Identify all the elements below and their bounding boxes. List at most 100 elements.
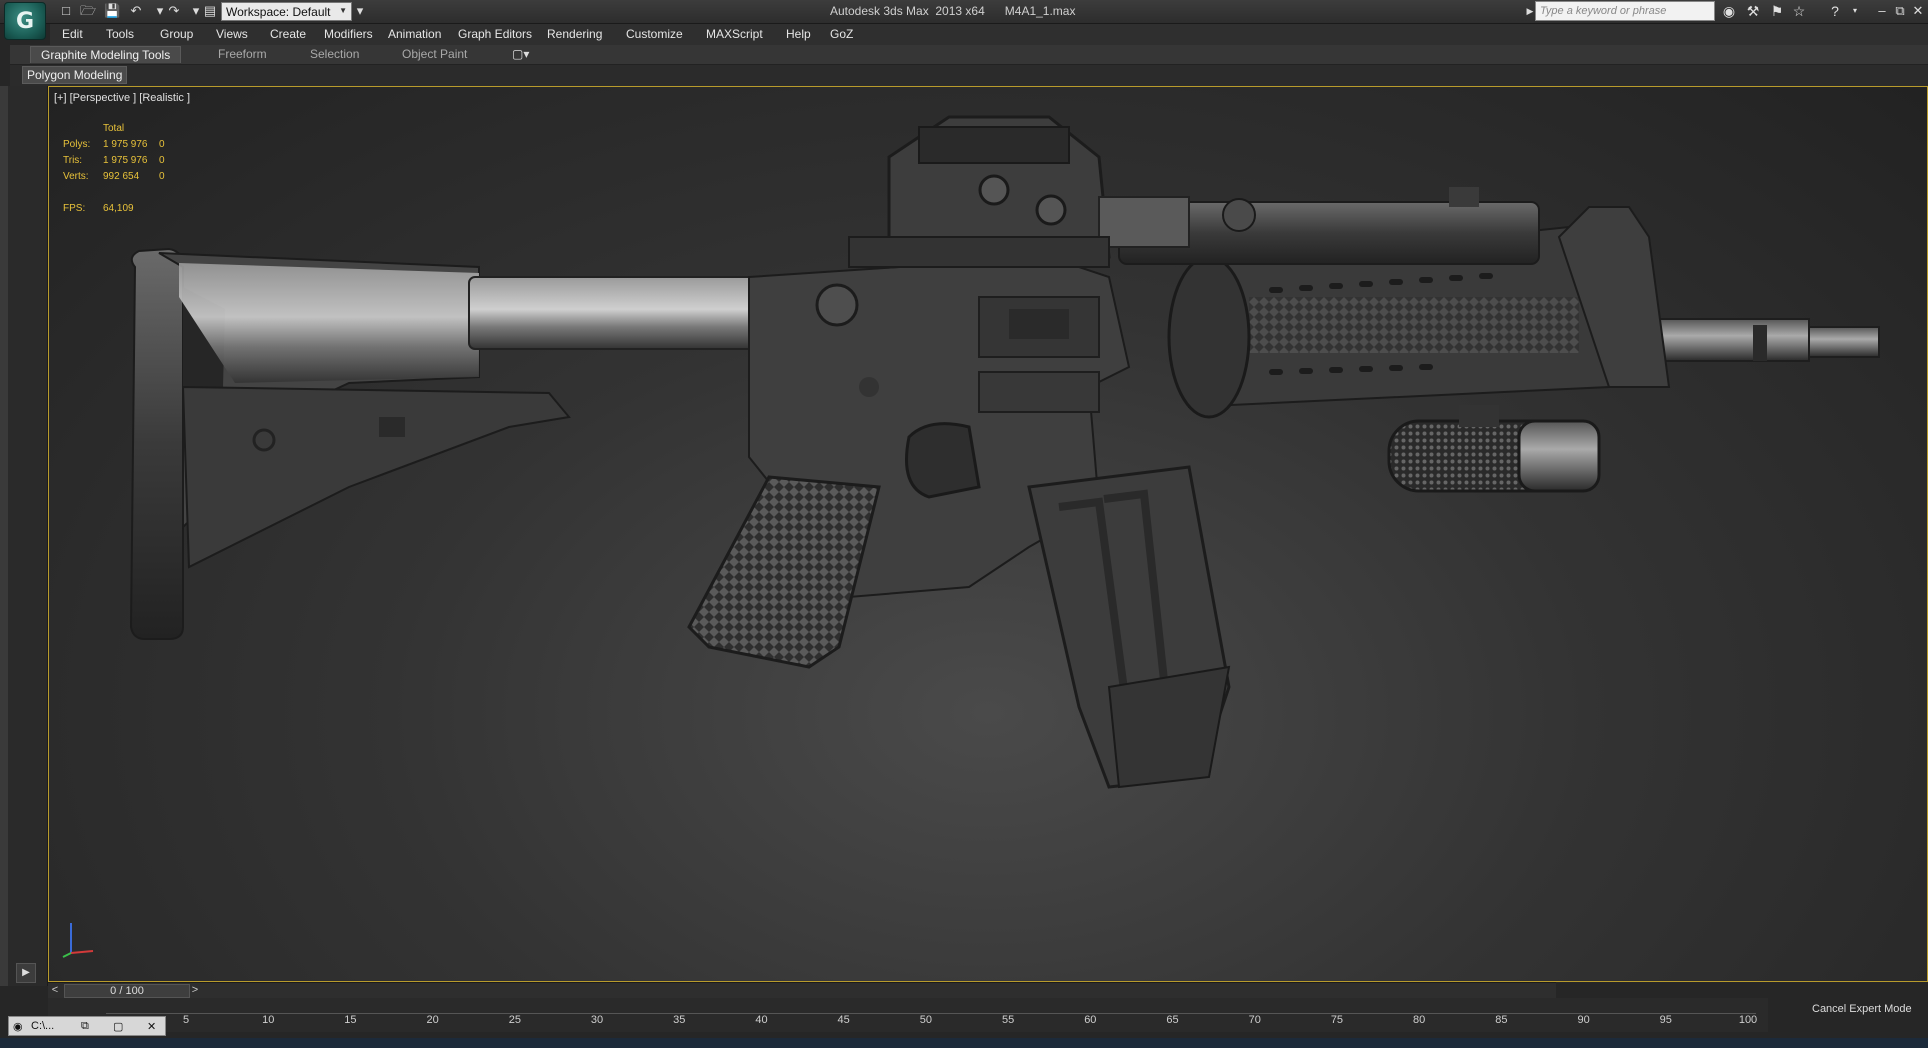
tick-label: 10 — [262, 1014, 275, 1026]
menu-graph-editors[interactable]: Graph Editors — [458, 27, 532, 41]
ribbon-options-icon[interactable]: ▢▾ — [512, 47, 529, 61]
left-edge — [0, 86, 8, 986]
polygon-modeling-panel[interactable]: Polygon Modeling — [22, 66, 128, 84]
tick-label: 40 — [755, 1014, 768, 1026]
tick-label: 60 — [1084, 1014, 1097, 1026]
restore-button[interactable]: ⧉ — [1892, 2, 1908, 20]
app-logo[interactable]: G — [4, 2, 46, 40]
redo-icon[interactable]: ↷ — [166, 4, 182, 18]
tick-label: 30 — [590, 1014, 604, 1026]
ribbon-tabs: Graphite Modeling Tools Freeform Selecti… — [10, 45, 1928, 65]
undo-icon[interactable]: ↶ — [128, 4, 144, 18]
stats-polys-selected: 0 — [159, 139, 165, 150]
tick-label: 50 — [919, 1014, 933, 1026]
search-input[interactable]: Type a keyword or phrase — [1535, 1, 1715, 21]
open-file-icon[interactable]: 🗁 — [80, 4, 96, 18]
stats-header: Total — [103, 123, 125, 134]
stats-fps-value: 64,109 — [103, 203, 134, 214]
left-strip — [0, 86, 48, 986]
minimize-button[interactable]: – — [1874, 2, 1890, 20]
tick-label: 5 — [182, 1014, 190, 1026]
new-file-icon[interactable]: □ — [58, 4, 74, 18]
stats-tris-selected: 0 — [159, 155, 165, 166]
app-small-icon: ◉ — [13, 1021, 23, 1033]
stats-tris-value: 1 975 976 — [103, 155, 148, 166]
menu-rendering[interactable]: Rendering — [547, 27, 602, 41]
save-icon[interactable]: 💾 — [104, 4, 120, 18]
menu-maxscript[interactable]: MAXScript — [706, 27, 763, 41]
taskbar-strip — [0, 1038, 1928, 1048]
track-bar[interactable]: 5 10 15 20 25 30 35 40 45 50 55 60 65 70 75 80 85 90 95 100 — [48, 998, 1768, 1032]
tick-label: 80 — [1413, 1014, 1426, 1026]
tick-label: 55 — [1001, 1014, 1015, 1026]
viewport-label[interactable]: [+] [Perspective ] [Realistic ] — [54, 92, 190, 104]
stats-polys-label: Polys: — [63, 139, 91, 150]
stats-verts-value: 992 654 — [103, 171, 140, 182]
help-icon[interactable]: ? — [1826, 3, 1844, 19]
m4a1-rifle-model — [129, 115, 1880, 789]
tick-label: 75 — [1330, 1014, 1344, 1026]
tick-label: 25 — [508, 1014, 521, 1026]
tab-selection[interactable]: Selection — [310, 47, 359, 61]
tab-object-paint[interactable]: Object Paint — [402, 47, 467, 61]
tick-label: 100 — [1738, 1014, 1758, 1026]
project-folder-icon[interactable]: ▤ — [202, 4, 218, 18]
menu-tools[interactable]: Tools — [106, 27, 134, 41]
track-bar-ruler[interactable] — [106, 1002, 1756, 1014]
window-title: Autodesk 3ds Max 2013 x64 M4A1_1.max — [830, 4, 1076, 18]
binoculars-icon[interactable]: ◉ — [1720, 3, 1738, 19]
tick-label: 90 — [1577, 1014, 1590, 1026]
menu-goz[interactable]: GoZ — [830, 27, 853, 41]
tick-label: 15 — [344, 1014, 357, 1026]
tick-label: 20 — [426, 1014, 439, 1026]
workspace-select[interactable]: Workspace: Default ▼ — [221, 2, 352, 21]
chevron-down-icon: ▼ — [339, 6, 347, 15]
play-icon[interactable]: ▶ — [16, 963, 36, 983]
menu-bar: Edit Tools Group Views Create Modifiers … — [50, 24, 1928, 45]
stats-verts-label: Verts: — [63, 171, 89, 182]
subscription-icon[interactable]: ⚒ — [1744, 3, 1762, 19]
viewport-perspective[interactable]: [+] [Perspective ] [Realistic ] Total Po… — [48, 86, 1928, 982]
tick-label: 70 — [1248, 1014, 1261, 1026]
time-slider[interactable]: < 0 / 100 > — [48, 982, 1556, 998]
close-window-icon[interactable]: ✕ — [147, 1020, 156, 1033]
stats-fps-label: FPS: — [63, 203, 86, 214]
communication-center-icon[interactable]: ⚑ — [1768, 3, 1786, 19]
cancel-expert-mode-button[interactable]: Cancel Expert Mode — [1812, 1003, 1912, 1015]
menu-modifiers[interactable]: Modifiers — [324, 27, 373, 41]
favorites-star-icon[interactable]: ☆ — [1790, 3, 1808, 19]
axis-tripod-icon — [62, 923, 94, 958]
menu-help[interactable]: Help — [786, 27, 811, 41]
title-bar: □ 🗁 💾 ↶ ▾ ↷ ▾ ▤ Workspace: Default ▼ ▾ A… — [0, 0, 1928, 24]
tick-label: 85 — [1495, 1014, 1508, 1026]
time-slider-next[interactable]: > — [188, 984, 202, 998]
tick-label: 45 — [837, 1014, 850, 1026]
menu-animation[interactable]: Animation — [388, 27, 441, 41]
minimized-window[interactable]: ◉ C:\... ⧉ ▢ ✕ — [8, 1016, 166, 1036]
tick-label: 35 — [673, 1014, 686, 1026]
time-slider-prev[interactable]: < — [48, 984, 62, 998]
menu-customize[interactable]: Customize — [626, 27, 683, 41]
help-dropdown-icon[interactable]: ▾ — [1846, 3, 1864, 19]
menu-edit[interactable]: Edit — [62, 27, 83, 41]
workspace-label: Workspace: Default — [226, 5, 331, 19]
ribbon-panel-row: Polygon Modeling — [10, 65, 1928, 86]
help-label: ? — [1831, 3, 1839, 19]
tab-graphite-modeling-tools[interactable]: Graphite Modeling Tools — [30, 46, 182, 63]
tick-label: 95 — [1659, 1014, 1672, 1026]
menu-create[interactable]: Create — [270, 27, 306, 41]
minimized-window-label: C:\... — [31, 1020, 55, 1032]
stats-polys-value: 1 975 976 — [103, 139, 148, 150]
stats-verts-selected: 0 — [159, 171, 165, 182]
customize-toolbar-icon[interactable]: ▾ — [352, 4, 368, 18]
close-button[interactable]: ✕ — [1910, 2, 1926, 20]
time-slider-thumb[interactable]: 0 / 100 — [64, 984, 190, 998]
tick-label: 65 — [1166, 1014, 1179, 1026]
viewport-statistics: Total Polys: 1 975 976 0 Tris: 1 975 976 0 V… — [63, 121, 165, 217]
restore-window-icon[interactable]: ⧉ — [81, 1020, 89, 1033]
menu-views[interactable]: Views — [216, 27, 248, 41]
tab-freeform[interactable]: Freeform — [218, 47, 267, 61]
menu-group[interactable]: Group — [160, 27, 193, 41]
maximize-window-icon[interactable]: ▢ — [113, 1020, 123, 1033]
stats-tris-label: Tris: — [63, 155, 83, 166]
